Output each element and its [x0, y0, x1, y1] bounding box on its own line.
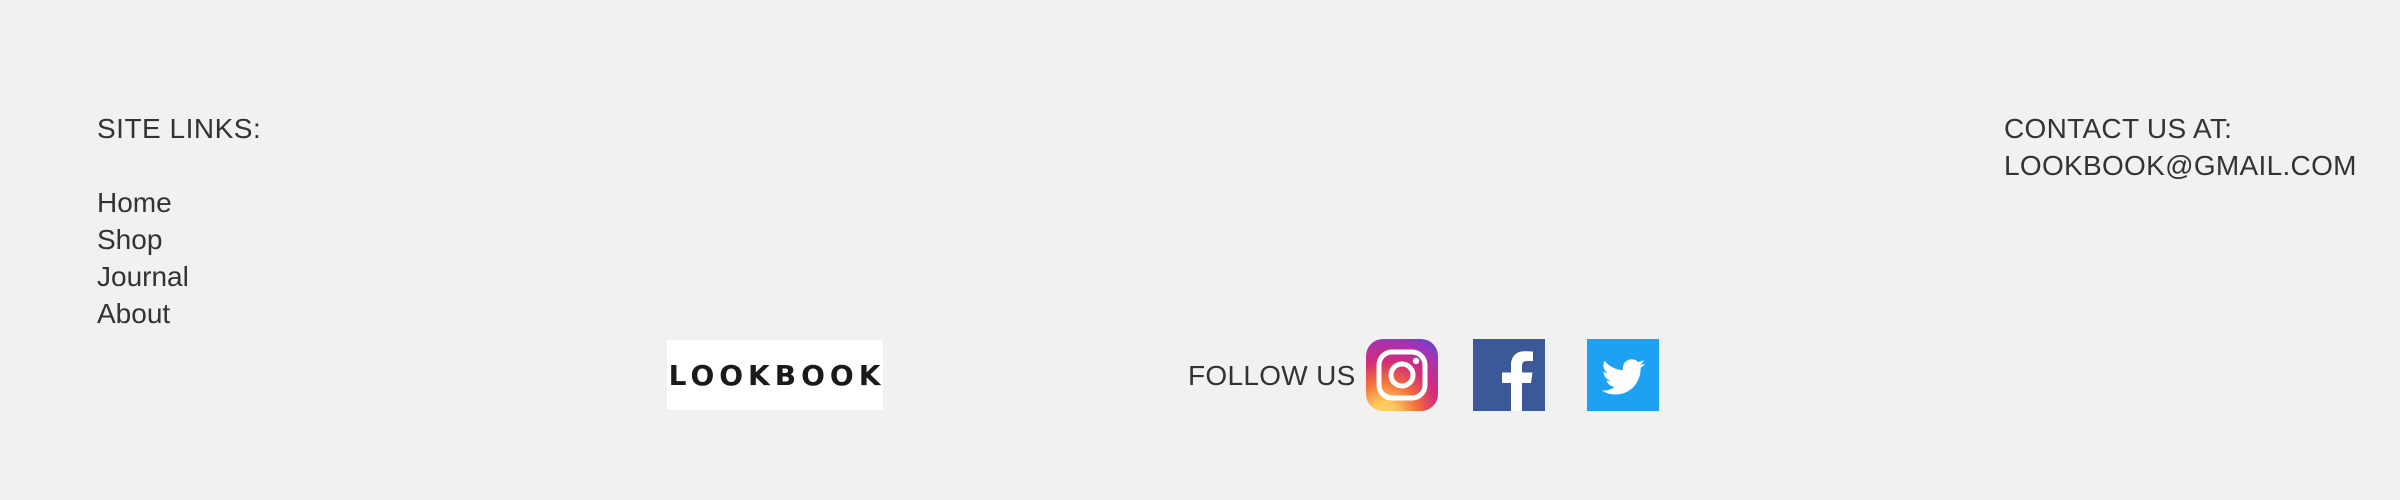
footer-link-about[interactable]: About — [97, 295, 261, 332]
lookbook-logo[interactable]: LOOKBOOK — [667, 340, 883, 410]
twitter-icon-graphic — [1587, 339, 1659, 411]
facebook-icon[interactable] — [1473, 339, 1545, 411]
contact-email-link[interactable]: LOOKBOOK@GMAIL.COM — [2004, 150, 2357, 181]
instagram-icon[interactable] — [1366, 339, 1438, 411]
facebook-icon-graphic — [1473, 339, 1545, 411]
site-footer: SITE LINKS: Home Shop Journal About LOOK… — [0, 0, 2400, 500]
logo-text: LOOKBOOK — [668, 358, 886, 392]
site-links-heading: SITE LINKS: — [97, 113, 262, 144]
instagram-icon-graphic — [1366, 339, 1438, 411]
footer-link-shop[interactable]: Shop — [97, 221, 261, 258]
footer-link-home[interactable]: Home — [97, 184, 261, 221]
contact-heading: CONTACT US AT: — [2004, 113, 2233, 144]
twitter-icon[interactable] — [1587, 339, 1659, 411]
contact-section: CONTACT US AT: LOOKBOOK@GMAIL.COM — [2004, 110, 2357, 184]
footer-link-journal[interactable]: Journal — [97, 258, 261, 295]
site-links-section: SITE LINKS: Home Shop Journal About — [97, 110, 261, 332]
follow-us-label: FOLLOW US — [1188, 360, 1356, 391]
